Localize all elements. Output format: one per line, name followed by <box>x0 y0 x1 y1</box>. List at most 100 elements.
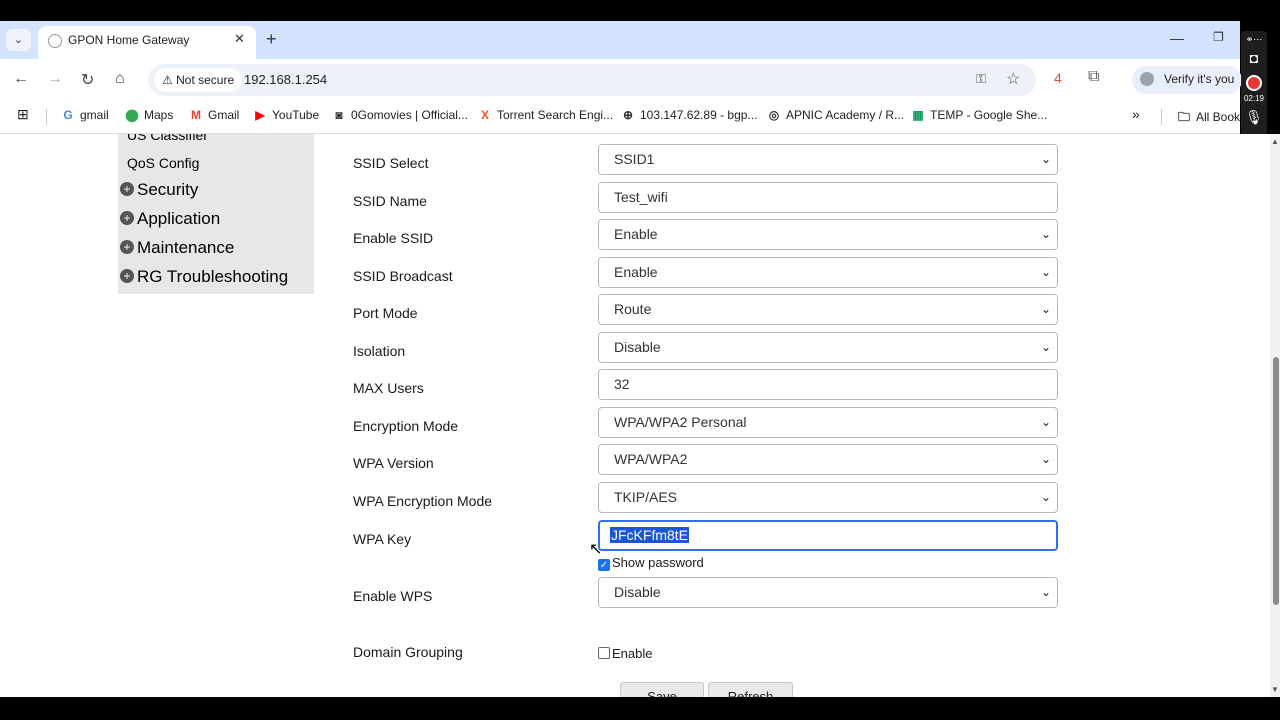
port-mode-dropdown[interactable]: Route ⌄ <box>598 294 1058 325</box>
bookmark-maps[interactable]: ⬤ Maps <box>125 108 173 122</box>
refresh-button[interactable]: Refresh <box>708 682 793 697</box>
ssid-select-dropdown[interactable]: SSID1 ⌄ <box>598 144 1058 175</box>
globe-icon: ⊕ <box>622 108 634 122</box>
apps-grid-icon[interactable]: ⊞ <box>17 106 29 123</box>
wpa-encryption-mode-dropdown[interactable]: TKIP/AES ⌄ <box>598 482 1058 513</box>
chevron-down-icon: ⌄ <box>1040 227 1051 241</box>
select-value: Enable <box>614 264 658 280</box>
scroll-up-icon[interactable]: ▲ <box>1271 137 1279 146</box>
input-value: Test_wifi <box>614 189 668 205</box>
more-bookmarks-icon[interactable]: » <box>1132 106 1140 122</box>
microphone-icon[interactable]: 🎙 <box>1241 109 1267 126</box>
menu-item-security[interactable]: + Security <box>120 180 198 200</box>
camera-icon[interactable]: ◘ <box>1241 50 1267 66</box>
profile-button[interactable]: Verify it's you <box>1132 66 1242 94</box>
checkbox-label: Enable <box>612 646 653 661</box>
tab-search-chevron-icon[interactable]: ⌄ <box>6 29 31 51</box>
domain-grouping-label: Domain Grouping <box>353 644 463 660</box>
close-icon[interactable]: ✕ <box>234 31 245 47</box>
bookmark-label: YouTube <box>272 108 320 122</box>
scrollbar-thumb[interactable] <box>1273 357 1279 605</box>
record-icon[interactable] <box>1246 75 1262 91</box>
puzzle-icon[interactable]: ⧉ <box>1088 68 1099 86</box>
not-secure-badge[interactable]: ⚠ Not secure <box>154 68 243 92</box>
minimize-icon[interactable]: — <box>1170 30 1184 46</box>
max-users-input[interactable]: 32 <box>598 369 1058 400</box>
menu-item-qos-config[interactable]: QoS Config <box>127 155 199 171</box>
save-button[interactable]: Save <box>620 682 704 697</box>
bookmark-temp-sheet[interactable]: ▦ TEMP - Google She... <box>911 108 1047 122</box>
star-icon[interactable]: ☆ <box>1006 69 1020 89</box>
bookmark-label: Torrent Search Engi... <box>497 108 614 122</box>
divider <box>1161 109 1162 125</box>
key-icon[interactable]: ⚿ <box>976 71 986 87</box>
menu-item-maintenance[interactable]: + Maintenance <box>120 238 234 258</box>
reload-icon[interactable]: ↻ <box>81 70 94 90</box>
bookmark-bgp[interactable]: ⊕ 103.147.62.89 - bgp... <box>621 108 757 122</box>
encryption-mode-dropdown[interactable]: WPA/WPA2 Personal ⌄ <box>598 407 1058 438</box>
enable-wps-label: Enable WPS <box>353 588 433 604</box>
menu-item-us-classifier[interactable]: US Classifier <box>127 134 208 143</box>
select-value: SSID1 <box>614 151 655 167</box>
scroll-down-icon[interactable]: ▼ <box>1271 685 1279 694</box>
ssid-broadcast-dropdown[interactable]: Enable ⌄ <box>598 257 1058 288</box>
google-icon: G <box>63 108 73 122</box>
gmail-icon: M <box>191 108 201 122</box>
expand-plus-icon: + <box>120 240 134 254</box>
back-icon[interactable]: ← <box>13 70 29 88</box>
select-value: Route <box>614 301 652 317</box>
select-value: Disable <box>614 339 661 355</box>
bookmark-youtube[interactable]: ▶ YouTube <box>253 108 319 122</box>
browser-tab[interactable]: GPON Home Gateway ✕ <box>38 26 256 59</box>
menu-label: Application <box>137 209 221 228</box>
port-mode-label: Port Mode <box>353 305 418 321</box>
show-password-checkbox[interactable]: ✓ Show password <box>598 555 704 571</box>
chevron-down-icon: ⌄ <box>1040 265 1051 279</box>
globe-icon <box>48 34 62 48</box>
bookmark-gomovies[interactable]: ◙ 0Gomovies | Official... <box>332 108 468 122</box>
menu-item-rg-troubleshooting[interactable]: + RG Troubleshooting <box>120 267 288 287</box>
all-bookmarks[interactable]: 🗀 All Bookm <box>1177 108 1250 129</box>
profile-label: Verify it's you <box>1164 72 1235 86</box>
site-icon: ◙ <box>335 108 343 122</box>
side-menu: US Classifier QoS Config + Security + Appl… <box>118 134 314 294</box>
unchecked-box-icon <box>598 647 610 659</box>
page-content: US Classifier QoS Config + Security + Appl… <box>0 134 1270 697</box>
select-value: Enable <box>614 226 658 242</box>
divider <box>46 109 47 125</box>
enable-wps-dropdown[interactable]: Disable ⌄ <box>598 577 1058 608</box>
menu-label: Security <box>137 180 199 199</box>
wpa-key-input[interactable]: JFcKFfm8tE <box>598 520 1058 551</box>
link-icon[interactable]: ⚭⋯ <box>1241 34 1267 45</box>
bookmark-label: Gmail <box>208 108 240 122</box>
bookmark-gmail-2[interactable]: M Gmail <box>189 108 239 122</box>
bookmark-apnic[interactable]: ◎ APNIC Academy / R... <box>767 108 904 122</box>
bookmark-torrent[interactable]: X Torrent Search Engi... <box>478 108 613 122</box>
home-icon[interactable]: ⌂ <box>115 70 125 88</box>
menu-item-application[interactable]: + Application <box>120 209 220 229</box>
domain-grouping-checkbox[interactable]: Enable <box>598 646 652 661</box>
wpa-key-label: WPA Key <box>353 531 412 547</box>
avatar <box>1140 72 1154 86</box>
isolation-dropdown[interactable]: Disable ⌄ <box>598 332 1058 363</box>
wpa-version-dropdown[interactable]: WPA/WPA2 ⌄ <box>598 444 1058 475</box>
url-text[interactable]: 192.168.1.254 <box>244 72 327 87</box>
bookmark-label: Maps <box>144 108 174 122</box>
chevron-down-icon: ⌄ <box>1040 490 1051 504</box>
warning-icon: ⚠ <box>162 73 173 87</box>
new-tab-icon[interactable]: + <box>266 29 277 50</box>
bookmark-label: APNIC Academy / R... <box>786 108 905 122</box>
restore-icon[interactable]: ❐ <box>1213 30 1224 44</box>
encryption-mode-label: Encryption Mode <box>353 418 459 434</box>
enable-ssid-dropdown[interactable]: Enable ⌄ <box>598 219 1058 250</box>
bookmark-label: gmail <box>80 108 109 122</box>
extension-badge[interactable]: 4 <box>1054 70 1062 86</box>
address-bar[interactable]: ⚠ Not secure 192.168.1.254 ⚿ ☆ <box>148 64 1036 96</box>
forward-icon[interactable]: → <box>47 70 63 88</box>
bookmarks-bar: ⊞ Ggmail ⬤ Maps M Gmail ▶ YouTube ◙ 0Gomovie… <box>0 101 1250 134</box>
input-value-selected: JFcKFfm8tE <box>610 527 690 543</box>
input-value: 32 <box>614 376 630 392</box>
select-value: WPA/WPA2 <box>614 451 688 467</box>
bookmark-gmail[interactable]: Ggmail <box>61 108 109 122</box>
ssid-name-input[interactable]: Test_wifi <box>598 182 1058 213</box>
